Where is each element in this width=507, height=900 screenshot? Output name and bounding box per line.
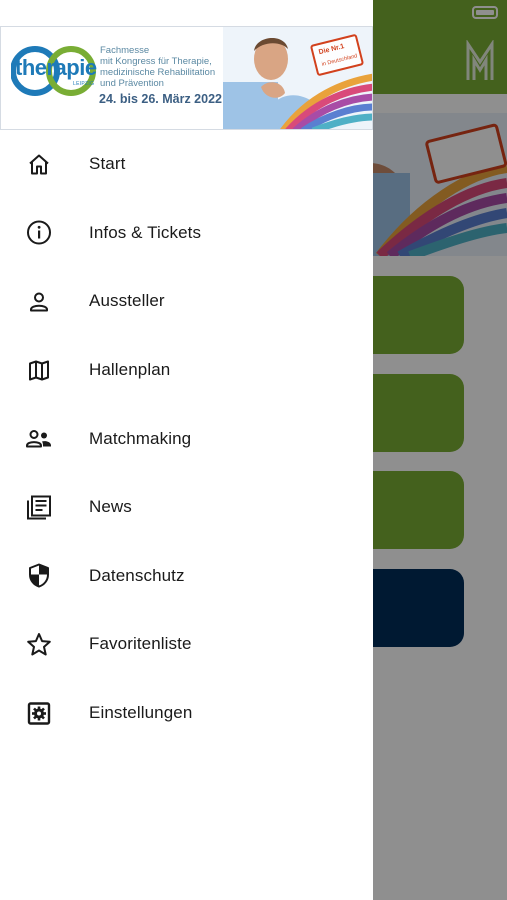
menu-item-aussteller[interactable]: Aussteller [0,267,373,336]
brand-name: therapie [15,55,97,80]
menu-item-matchmaking[interactable]: Matchmaking [0,404,373,473]
star-icon [24,630,53,659]
menu-item-label: News [89,497,132,517]
info-icon [24,218,53,247]
menu-item-infos-tickets[interactable]: Infos & Tickets [0,199,373,268]
badge-title: Die Nr.1 [318,43,346,57]
home-icon [24,150,53,179]
menu-item-datenschutz[interactable]: Datenschutz [0,542,373,611]
badge-subtitle: in Deutschland [321,53,358,68]
menu-item-start[interactable]: Start [0,130,373,199]
menu-item-label: Aussteller [89,291,165,311]
brand-subtitle: LEIPZIG [73,81,95,87]
news-icon [24,493,53,522]
map-icon [24,356,53,385]
fair-line: mit Kongress für Therapie, [100,56,212,67]
fair-description: Fachmesse mit Kongress für Therapie, med… [100,45,230,89]
fair-line: medizinische Rehabilitation [100,67,216,78]
menu-item-einstellungen[interactable]: Einstellungen [0,679,373,748]
menu-item-label: Datenschutz [89,565,185,585]
fair-dates: 24. bis 26. März 2022 [99,92,222,106]
drawer-banner[interactable]: therapie LEIPZIG Fachmesse mit Kongress … [0,26,373,130]
shield-icon [24,561,53,590]
menu-item-favoritenliste[interactable]: Favoritenliste [0,610,373,679]
menu-item-label: Einstellungen [89,703,193,723]
menu-item-label: Hallenplan [89,360,171,380]
menu-item-label: Matchmaking [89,428,192,448]
settings-icon [24,699,53,728]
person-icon [24,287,53,316]
fair-line: Fachmesse [100,45,150,56]
navigation-drawer: therapie LEIPZIG Fachmesse mit Kongress … [0,0,373,900]
people-icon [24,424,53,453]
menu-item-label: Infos & Tickets [89,222,202,242]
menu-item-label: Start [89,154,126,174]
menu-item-label: Favoritenliste [89,634,192,654]
fair-line: und Prävention [100,78,164,89]
menu-item-hallenplan[interactable]: Hallenplan [0,336,373,405]
drawer-menu: Start Infos & Tickets Aussteller Hallenp… [0,130,373,747]
menu-item-news[interactable]: News [0,473,373,542]
